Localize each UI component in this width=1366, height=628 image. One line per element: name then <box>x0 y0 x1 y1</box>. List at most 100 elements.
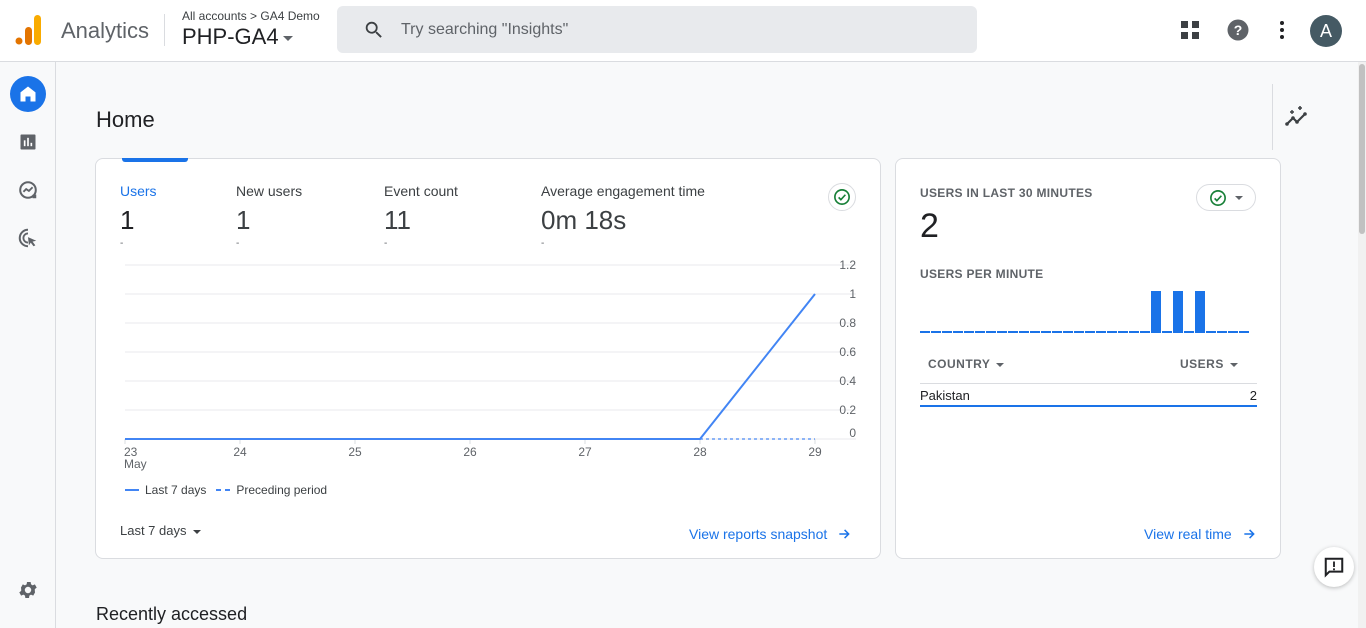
users-column-header[interactable]: USERS <box>1180 357 1238 371</box>
column-label: COUNTRY <box>928 357 991 371</box>
metric-avg-engagement-time[interactable]: Average engagement time 0m 18s - <box>541 183 705 249</box>
realtime-title: USERS IN LAST 30 MINUTES <box>920 186 1093 200</box>
gear-icon <box>19 581 37 599</box>
chevron-down-icon <box>996 362 1005 367</box>
legend-current: Last 7 days <box>145 483 207 497</box>
account-avatar[interactable]: A <box>1310 15 1342 47</box>
minute-bar[interactable] <box>1019 331 1029 333</box>
minute-bar[interactable] <box>1052 331 1062 333</box>
nav-home[interactable] <box>10 76 46 112</box>
metric-new-users[interactable]: New users 1 - <box>236 183 302 249</box>
minute-bar[interactable] <box>942 331 952 333</box>
apps-grid-icon[interactable] <box>1178 18 1202 42</box>
minute-bar[interactable] <box>920 331 930 333</box>
minute-bar[interactable] <box>1096 331 1106 333</box>
metric-value: 0m 18s <box>541 205 627 235</box>
target-cursor-icon <box>18 228 37 248</box>
feedback-icon <box>1324 557 1344 578</box>
minute-bar[interactable] <box>953 331 963 333</box>
minute-bar[interactable] <box>1074 331 1084 333</box>
minute-bar[interactable] <box>1151 291 1161 333</box>
minute-bar[interactable] <box>1239 331 1249 333</box>
app-name: Analytics <box>61 18 150 43</box>
help-icon[interactable]: ? <box>1226 18 1250 42</box>
svg-text:?: ? <box>1234 22 1243 38</box>
data-quality-button[interactable] <box>828 183 856 211</box>
realtime-value: 2 <box>920 207 939 245</box>
scrollbar-thumb[interactable] <box>1359 64 1365 234</box>
row-share-bar <box>920 405 1257 407</box>
y-tick-label: 0.4 <box>839 374 856 388</box>
arrow-right-icon <box>1244 529 1255 539</box>
minute-bar[interactable] <box>975 331 985 333</box>
y-tick-label: 0.2 <box>839 403 856 417</box>
link-label: View real time <box>1144 526 1232 542</box>
search-input[interactable] <box>401 6 961 53</box>
minute-bar[interactable] <box>1008 331 1018 333</box>
minute-bar[interactable] <box>931 331 941 333</box>
x-tick-label: 25 <box>348 445 362 459</box>
minute-bar[interactable] <box>1217 331 1227 333</box>
breadcrumb[interactable]: All accounts > GA4 Demo <box>182 9 320 23</box>
realtime-status-dropdown[interactable] <box>1196 184 1256 211</box>
x-tick-sublabel: May <box>124 457 147 471</box>
minute-bar[interactable] <box>1184 331 1194 333</box>
check-circle-icon <box>1210 189 1226 206</box>
table-row[interactable]: Pakistan 2 <box>920 387 1257 407</box>
minute-bar[interactable] <box>1195 291 1205 333</box>
date-range-dropdown[interactable]: Last 7 days <box>120 523 201 538</box>
minute-bar[interactable] <box>997 331 1007 333</box>
search-bar[interactable] <box>337 6 977 53</box>
minute-bar[interactable] <box>1228 331 1238 333</box>
insights-icon[interactable] <box>1284 104 1310 130</box>
users-line-chart: 00.20.40.60.811.223May24 25 26 27 28 29 <box>124 259 856 471</box>
minute-bar[interactable] <box>1041 331 1051 333</box>
country-column-header[interactable]: COUNTRY <box>928 357 1005 371</box>
minute-bar[interactable] <box>1206 331 1216 333</box>
nav-explore[interactable] <box>10 172 46 208</box>
chevron-down-icon <box>1235 195 1243 200</box>
metric-label: Average engagement time <box>541 183 705 199</box>
metric-event-count[interactable]: Event count 11 - <box>384 183 458 249</box>
analytics-logo-icon[interactable] <box>15 14 43 46</box>
minute-bar[interactable] <box>1030 331 1040 333</box>
page-scrollbar[interactable] <box>1358 62 1366 628</box>
metric-delta: - <box>541 238 545 249</box>
minute-bar[interactable] <box>1118 331 1128 333</box>
country-cell: Pakistan <box>920 388 970 403</box>
nav-reports[interactable] <box>10 124 46 160</box>
minute-bar[interactable] <box>964 331 974 333</box>
chevron-down-icon <box>282 35 293 41</box>
minute-bar[interactable] <box>1173 291 1183 333</box>
property-name: PHP-GA4 <box>182 24 279 49</box>
minute-bar[interactable] <box>1129 331 1139 333</box>
metric-value: 11 <box>384 205 411 235</box>
metric-value: 1 <box>236 205 251 235</box>
y-tick-label: 0.6 <box>839 345 856 359</box>
nav-advertising[interactable] <box>10 220 46 256</box>
view-reports-snapshot-link[interactable]: View reports snapshot <box>689 526 851 542</box>
table-divider <box>920 383 1257 384</box>
minute-bar[interactable] <box>1162 331 1172 333</box>
property-selector[interactable]: PHP-GA4 <box>182 24 293 50</box>
x-tick-label: 28 <box>693 445 707 459</box>
last-7-days-line <box>125 293 816 440</box>
metric-users[interactable]: Users 1 - <box>120 183 157 249</box>
users-per-minute-label: USERS PER MINUTE <box>920 267 1044 281</box>
feedback-button[interactable] <box>1314 547 1354 587</box>
legend-solid-line <box>125 489 139 491</box>
metric-delta: - <box>384 238 388 249</box>
search-icon <box>365 21 382 38</box>
minute-bar[interactable] <box>1085 331 1095 333</box>
recently-accessed-heading: Recently accessed <box>96 604 248 624</box>
column-label: USERS <box>1180 357 1224 371</box>
more-vert-icon[interactable] <box>1270 18 1294 42</box>
minute-bar[interactable] <box>1107 331 1117 333</box>
view-real-time-link[interactable]: View real time <box>1144 526 1256 542</box>
nav-settings[interactable] <box>10 572 46 608</box>
explore-icon <box>19 181 37 199</box>
minute-bar[interactable] <box>1063 331 1073 333</box>
metric-delta: - <box>120 238 124 249</box>
minute-bar[interactable] <box>986 331 996 333</box>
minute-bar[interactable] <box>1140 331 1150 333</box>
